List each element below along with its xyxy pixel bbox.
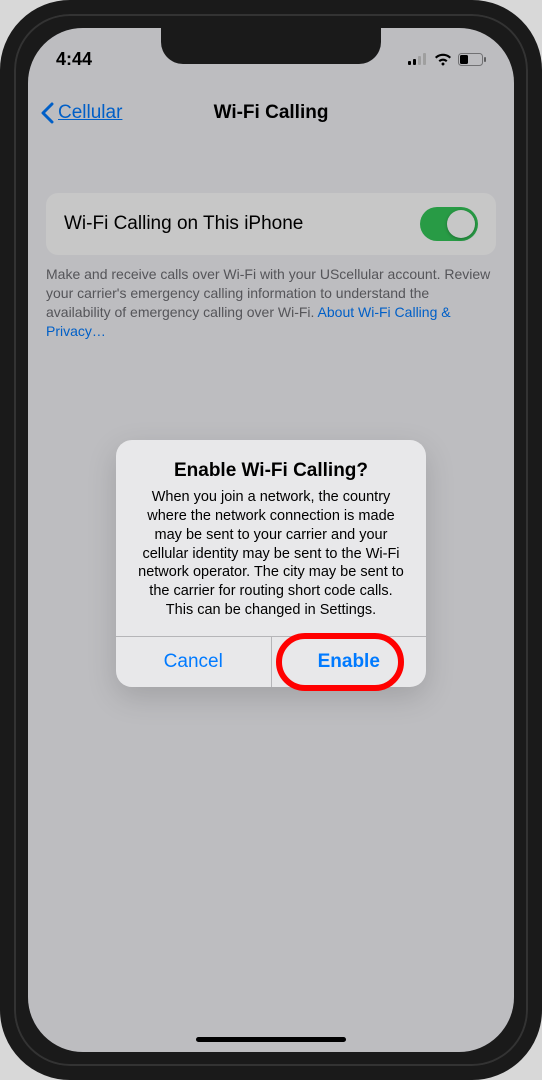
notch bbox=[161, 28, 381, 64]
enable-wifi-calling-alert: Enable Wi-Fi Calling? When you join a ne… bbox=[116, 440, 426, 687]
alert-buttons: Cancel Enable bbox=[116, 636, 426, 687]
phone-frame: 4:44 bbox=[0, 0, 542, 1080]
enable-button[interactable]: Enable bbox=[272, 637, 427, 687]
screen: 4:44 bbox=[28, 28, 514, 1052]
alert-message: When you join a network, the country whe… bbox=[134, 488, 408, 620]
cancel-button[interactable]: Cancel bbox=[116, 637, 272, 687]
alert-title: Enable Wi-Fi Calling? bbox=[134, 460, 408, 482]
alert-content: Enable Wi-Fi Calling? When you join a ne… bbox=[116, 440, 426, 636]
